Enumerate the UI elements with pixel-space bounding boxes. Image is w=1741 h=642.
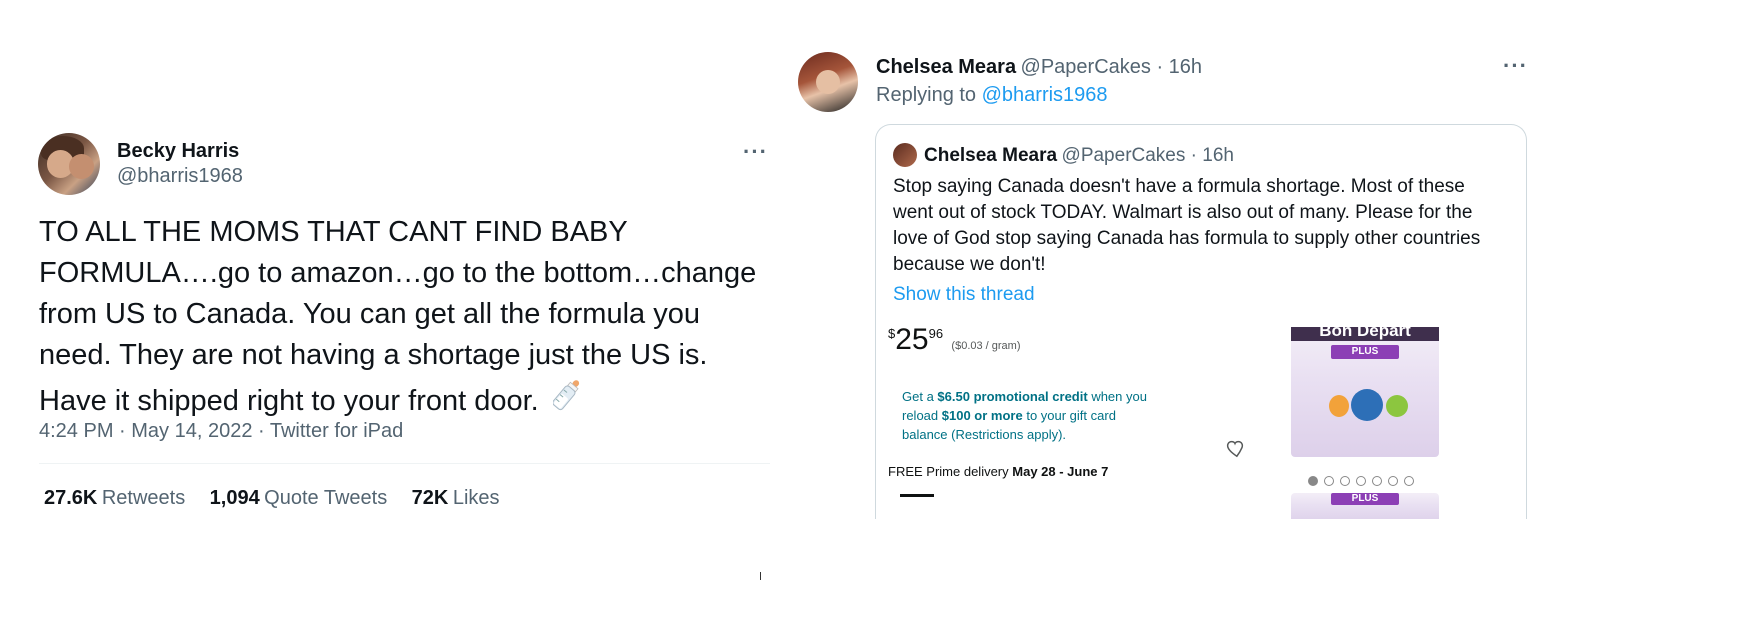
quote-tweets-stat[interactable]: 1,094 Quote Tweets <box>210 487 392 509</box>
promo-prefix: Get a <box>902 389 934 404</box>
product-badge-icon <box>1329 395 1349 417</box>
tweet-timestamp[interactable]: 4:24 PM · May 14, 2022 · Twitter for iPa… <box>39 420 403 443</box>
tweet-stats: 27.6K Retweets 1,094 Quote Tweets 72K Li… <box>44 487 500 510</box>
embedded-screenshot[interactable]: $2596 ($0.03 / gram) Get a $6.50 promoti… <box>888 327 1448 519</box>
quoted-author-handle: @PaperCakes · 16h <box>1061 145 1234 166</box>
promo-credit: $6.50 promotional credit <box>937 389 1088 404</box>
replying-to-link[interactable]: @bharris1968 <box>982 84 1108 106</box>
promo-text: Get a $6.50 promotional credit when you … <box>902 387 1162 444</box>
author-name[interactable]: Becky Harris <box>117 140 239 163</box>
author-handle[interactable]: @bharris1968 <box>117 165 243 188</box>
replying-prefix: Replying to <box>876 84 977 106</box>
retweets-count: 27.6K <box>44 487 98 509</box>
divider-tick <box>760 572 761 580</box>
price-whole: 25 <box>895 327 929 356</box>
unit-price: ($0.03 / gram) <box>951 340 1021 352</box>
quoted-line: love of God stop saying Canada has formu… <box>893 228 1481 249</box>
show-thread-link[interactable]: Show this thread <box>893 284 1035 306</box>
quoted-author-avatar <box>893 143 917 167</box>
tweet-line: TO ALL THE MOMS THAT CANT FIND BABY <box>39 216 628 248</box>
quoted-text: Stop saying Canada doesn't have a formul… <box>893 174 1523 278</box>
likes-count: 72K <box>411 487 449 509</box>
ship-dates: May 28 - June 7 <box>1012 464 1109 479</box>
tweet-line-text: Have it shipped right to your front door… <box>39 385 539 417</box>
quoted-line: Stop saying Canada doesn't have a formul… <box>893 176 1465 197</box>
promo-amount: $100 or more <box>941 408 1023 423</box>
product-tag-next: PLUS <box>1331 493 1399 505</box>
tweet-line: Have it shipped right to your front door… <box>39 376 779 422</box>
reply-header: Chelsea Meara @PaperCakes · 16h <box>876 56 1202 79</box>
divider <box>39 463 770 464</box>
cropped-price-fragment <box>900 494 934 497</box>
carousel-dots[interactable] <box>1308 476 1428 488</box>
retweets-label: Retweets <box>101 487 186 509</box>
quoted-author-name: Chelsea Meara <box>924 145 1058 166</box>
tweet-line: need. They are not having a shortage jus… <box>39 339 708 371</box>
reply-author-handle[interactable]: @PaperCakes · 16h <box>1021 56 1203 78</box>
replying-to: Replying to @bharris1968 <box>876 84 1108 107</box>
tweet-line: FORMULA….go to amazon…go to the bottom…c… <box>39 257 757 289</box>
product-image-next[interactable]: PLUS <box>1291 493 1439 519</box>
reply-author-name[interactable]: Chelsea Meara <box>876 56 1016 78</box>
quoted-line: went out of stock TODAY. Walmart is also… <box>893 202 1473 223</box>
delivery-info: FREE Prime delivery May 28 - June 7 <box>888 464 1108 479</box>
reply-more-options-icon[interactable]: ··· <box>1503 53 1528 79</box>
retweets-stat[interactable]: 27.6K Retweets <box>44 487 190 509</box>
reply-author-avatar[interactable] <box>798 52 858 112</box>
likes-stat[interactable]: 72K Likes <box>412 487 500 509</box>
product-image[interactable]: Bon Depart PLUS <box>1291 327 1439 457</box>
quoted-line: because we don't! <box>893 254 1046 275</box>
tweet-line: from US to Canada. You can get all the f… <box>39 298 700 330</box>
price-fraction: 96 <box>928 327 944 341</box>
tweet-text: TO ALL THE MOMS THAT CANT FIND BABY FORM… <box>39 212 779 422</box>
quote-tweets-count: 1,094 <box>209 487 260 509</box>
likes-label: Likes <box>452 487 500 509</box>
ship-prefix: FREE Prime delivery <box>888 464 1009 479</box>
quoted-tweet-card[interactable]: Chelsea Meara @PaperCakes · 16h Stop say… <box>875 124 1527 519</box>
quote-tweets-label: Quote Tweets <box>264 487 388 509</box>
heart-outline-icon[interactable] <box>1224 437 1246 459</box>
product-tag: PLUS <box>1331 345 1399 359</box>
product-badge-icon <box>1351 389 1383 421</box>
baby-bottle-icon <box>552 380 579 411</box>
product-badge-icon <box>1386 395 1408 417</box>
product-brand: Bon Depart <box>1291 327 1439 341</box>
quoted-header: Chelsea Meara @PaperCakes · 16h <box>924 145 1234 167</box>
author-avatar[interactable] <box>38 133 100 195</box>
more-options-icon[interactable]: ··· <box>743 139 768 165</box>
price: $2596 ($0.03 / gram) <box>888 327 1021 357</box>
